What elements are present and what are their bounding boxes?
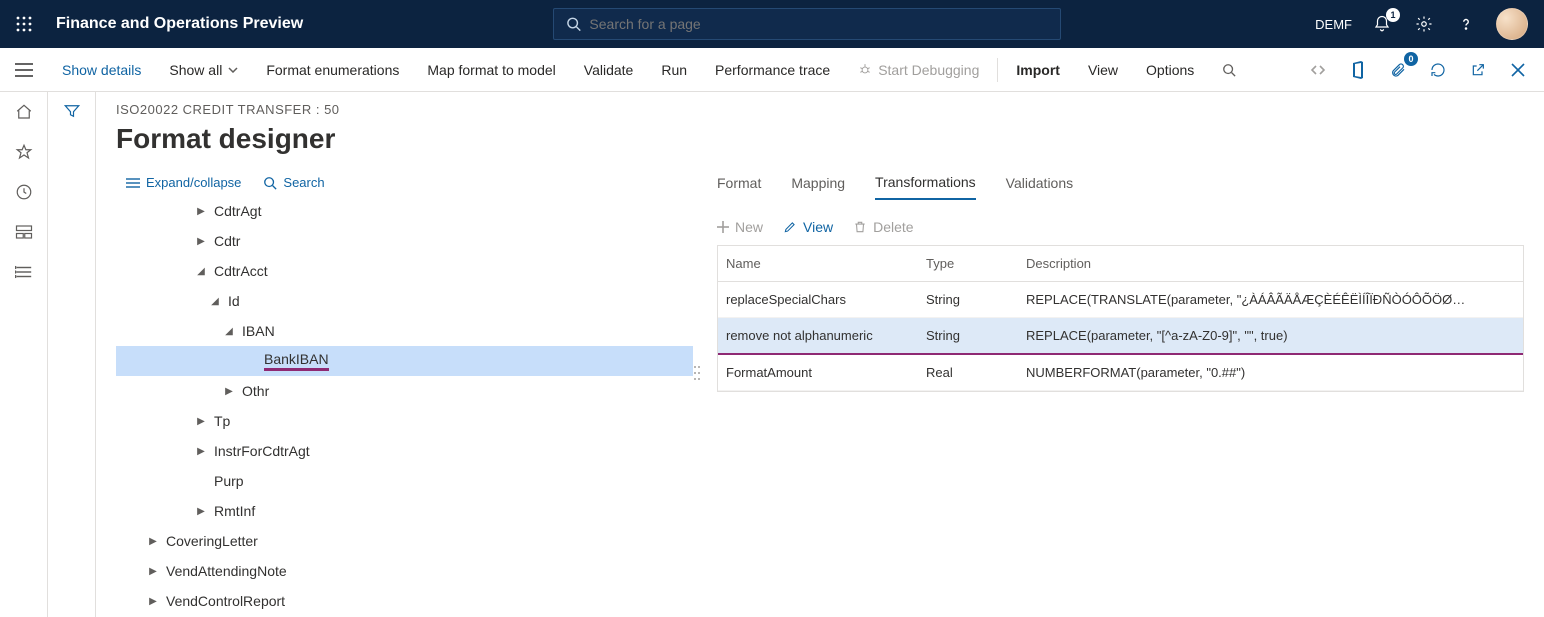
details-pane: Format Mapping Transformations Validatio…	[701, 171, 1524, 616]
run-button[interactable]: Run	[647, 48, 701, 91]
tree-node[interactable]: ▶VendAttendingNote	[116, 556, 693, 586]
settings-icon[interactable]	[1412, 12, 1436, 36]
table-row-selected[interactable]: remove not alphanumeric String REPLACE(p…	[718, 318, 1523, 355]
import-button[interactable]: Import	[1002, 48, 1074, 91]
tree-node[interactable]: ▶Cdtr	[116, 226, 693, 256]
col-header-description[interactable]: Description	[1018, 246, 1523, 281]
trash-icon	[853, 220, 867, 234]
details-tabs: Format Mapping Transformations Validatio…	[717, 171, 1524, 203]
expand-collapse-icon	[126, 177, 140, 189]
top-right-controls: DEMF 1	[1315, 8, 1544, 40]
notification-badge: 1	[1386, 8, 1400, 22]
notifications-icon[interactable]: 1	[1370, 12, 1394, 36]
tree-node[interactable]: ▶CdtrAgt	[116, 196, 693, 226]
plus-icon	[717, 221, 729, 233]
attachments-badge: 0	[1404, 52, 1418, 66]
body-row: ISO20022 CREDIT TRANSFER : 50 Format des…	[0, 92, 1544, 617]
tab-format[interactable]: Format	[717, 175, 761, 199]
filter-column	[48, 92, 96, 617]
breadcrumb: ISO20022 CREDIT TRANSFER : 50	[116, 102, 1524, 117]
bug-icon	[858, 63, 872, 77]
nav-hamburger-icon[interactable]	[0, 63, 48, 77]
global-search-input[interactable]	[589, 16, 1048, 32]
options-menu[interactable]: Options	[1132, 48, 1208, 91]
close-icon[interactable]	[1506, 58, 1530, 82]
filter-icon[interactable]	[63, 102, 81, 617]
content: ISO20022 CREDIT TRANSFER : 50 Format des…	[96, 92, 1544, 617]
office-icon[interactable]	[1346, 58, 1370, 82]
tree-node[interactable]: ▶CoveringLetter	[116, 526, 693, 556]
tree-node-selected[interactable]: ▶BankIBAN	[116, 346, 693, 376]
tree-node[interactable]: ▶Purp	[116, 466, 693, 496]
modules-icon[interactable]	[14, 262, 34, 282]
favorites-icon[interactable]	[14, 142, 34, 162]
command-separator	[997, 58, 998, 82]
show-all-button[interactable]: Show all	[155, 48, 252, 91]
col-header-name[interactable]: Name	[718, 246, 918, 281]
start-debugging-button: Start Debugging	[844, 48, 993, 91]
view-menu[interactable]: View	[1074, 48, 1132, 91]
cmd-search-icon[interactable]	[1208, 48, 1250, 91]
page-title: Format designer	[116, 123, 1524, 155]
format-tree: ▶CdtrAgt ▶Cdtr ◢CdtrAcct ◢Id ◢IBAN ▶Bank…	[116, 196, 701, 616]
expand-collapse-button[interactable]: Expand/collapse	[126, 175, 241, 190]
performance-trace-button[interactable]: Performance trace	[701, 48, 844, 91]
app-launcher-icon[interactable]	[0, 16, 48, 32]
tree-node[interactable]: ▶RmtInf	[116, 496, 693, 526]
command-bar: Show details Show all Format enumeration…	[0, 48, 1544, 92]
panes: Expand/collapse Search ▶CdtrAgt ▶Cdtr ◢C…	[116, 171, 1524, 616]
tree-node[interactable]: ▶InstrForCdtrAgt	[116, 436, 693, 466]
tree-search-button[interactable]: Search	[263, 175, 324, 190]
pencil-icon	[783, 220, 797, 234]
help-icon[interactable]	[1454, 12, 1478, 36]
search-icon	[263, 176, 277, 190]
command-bar-right: 0	[1306, 58, 1544, 82]
new-button[interactable]: New	[717, 219, 763, 235]
transformations-table: Name Type Description replaceSpecialChar…	[717, 245, 1524, 392]
tab-validations[interactable]: Validations	[1006, 175, 1073, 199]
tab-transformations[interactable]: Transformations	[875, 174, 976, 200]
table-row[interactable]: replaceSpecialChars String REPLACE(TRANS…	[718, 282, 1523, 318]
company-code[interactable]: DEMF	[1315, 17, 1352, 32]
tree-node[interactable]: ◢IBAN	[116, 316, 693, 346]
validate-button[interactable]: Validate	[570, 48, 648, 91]
tree-toolbar: Expand/collapse Search	[116, 171, 701, 196]
tree-pane: Expand/collapse Search ▶CdtrAgt ▶Cdtr ◢C…	[116, 171, 701, 616]
refresh-icon[interactable]	[1426, 58, 1450, 82]
attachments-icon[interactable]: 0	[1386, 58, 1410, 82]
search-icon	[566, 16, 581, 32]
transformations-toolbar: New View Delete	[717, 219, 1524, 235]
tree-node[interactable]: ◢Id	[116, 286, 693, 316]
recent-icon[interactable]	[14, 182, 34, 202]
popout-icon[interactable]	[1466, 58, 1490, 82]
show-details-button[interactable]: Show details	[48, 48, 155, 91]
workspaces-icon[interactable]	[14, 222, 34, 242]
delete-button[interactable]: Delete	[853, 219, 913, 235]
tree-node[interactable]: ▶Othr	[116, 376, 693, 406]
tree-node[interactable]: ◢CdtrAcct	[116, 256, 693, 286]
map-format-button[interactable]: Map format to model	[413, 48, 569, 91]
chevron-down-icon	[228, 67, 238, 73]
app-title: Finance and Operations Preview	[56, 15, 303, 33]
left-rail	[0, 92, 48, 617]
col-header-type[interactable]: Type	[918, 246, 1018, 281]
tree-node[interactable]: ▶Tp	[116, 406, 693, 436]
table-row[interactable]: FormatAmount Real NUMBERFORMAT(parameter…	[718, 355, 1523, 391]
splitter-handle[interactable]	[693, 363, 701, 463]
view-button[interactable]: View	[783, 219, 833, 235]
user-avatar[interactable]	[1496, 8, 1528, 40]
format-enumerations-button[interactable]: Format enumerations	[252, 48, 413, 91]
global-search[interactable]	[553, 8, 1061, 40]
table-header: Name Type Description	[718, 246, 1523, 282]
home-icon[interactable]	[14, 102, 34, 122]
collapse-icon[interactable]	[1306, 58, 1330, 82]
top-bar: Finance and Operations Preview DEMF 1	[0, 0, 1544, 48]
tree-node[interactable]: ▶VendControlReport	[116, 586, 693, 616]
tab-mapping[interactable]: Mapping	[791, 175, 845, 199]
